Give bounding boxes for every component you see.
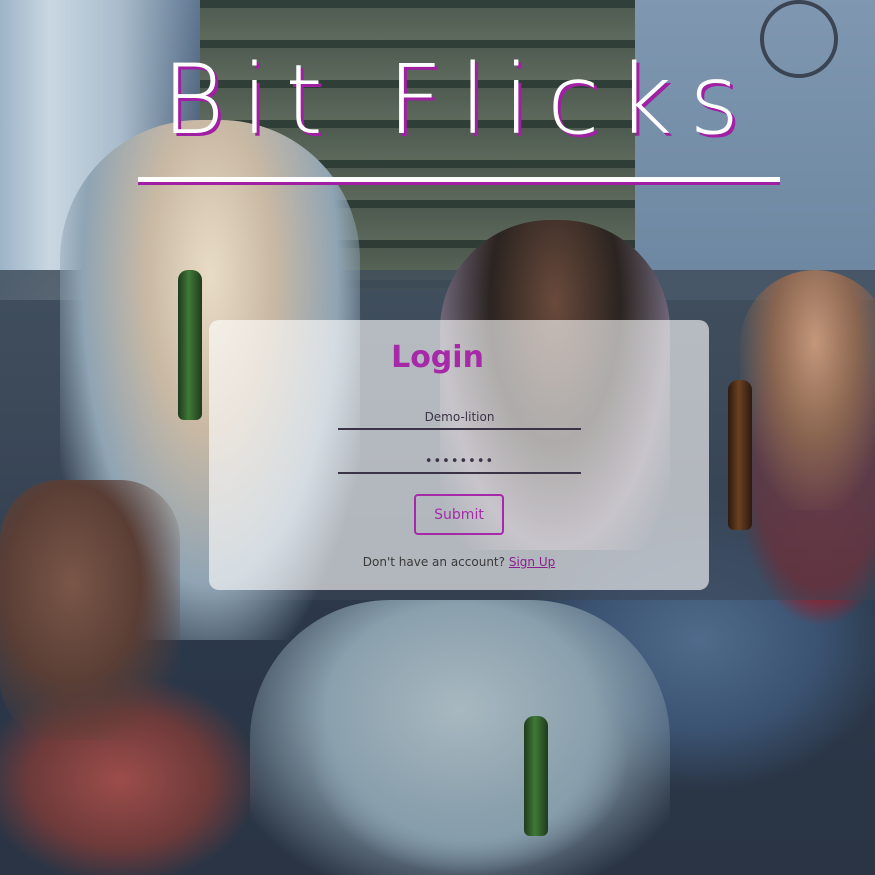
- signup-prompt-text: Don't have an account?: [362, 555, 505, 569]
- username-input[interactable]: [338, 406, 581, 430]
- password-input[interactable]: [338, 450, 581, 474]
- login-heading: Login: [391, 340, 484, 375]
- background-person: [250, 600, 670, 875]
- background-bottle: [524, 716, 548, 836]
- background-person: [740, 270, 875, 510]
- app-title: Bit Flicks: [161, 44, 757, 156]
- signup-prompt-row: Don't have an account? Sign Up: [209, 555, 709, 569]
- signup-link[interactable]: Sign Up: [509, 555, 555, 569]
- background-person: [0, 480, 180, 740]
- background-bottle: [728, 380, 752, 530]
- submit-button[interactable]: Submit: [414, 494, 504, 535]
- title-underline: [138, 177, 780, 182]
